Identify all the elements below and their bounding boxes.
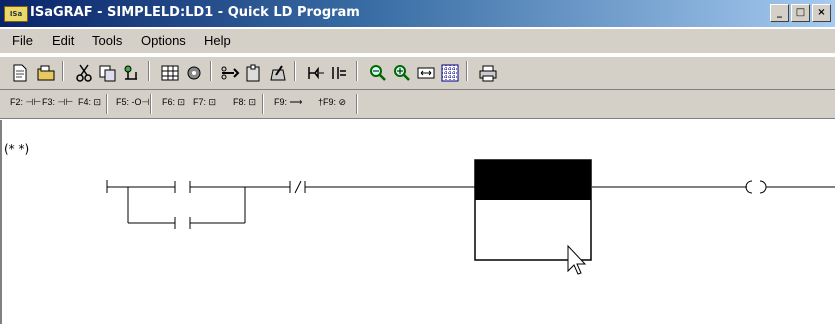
function-block[interactable] [474,159,592,261]
contact-1-icon[interactable] [174,181,191,193]
ladder-diagram [106,159,835,275]
block-selection-highlight [475,160,591,200]
contact-2-icon[interactable] [174,217,191,229]
coil-icon[interactable] [745,180,767,194]
negated-contact-icon[interactable] [289,180,306,194]
